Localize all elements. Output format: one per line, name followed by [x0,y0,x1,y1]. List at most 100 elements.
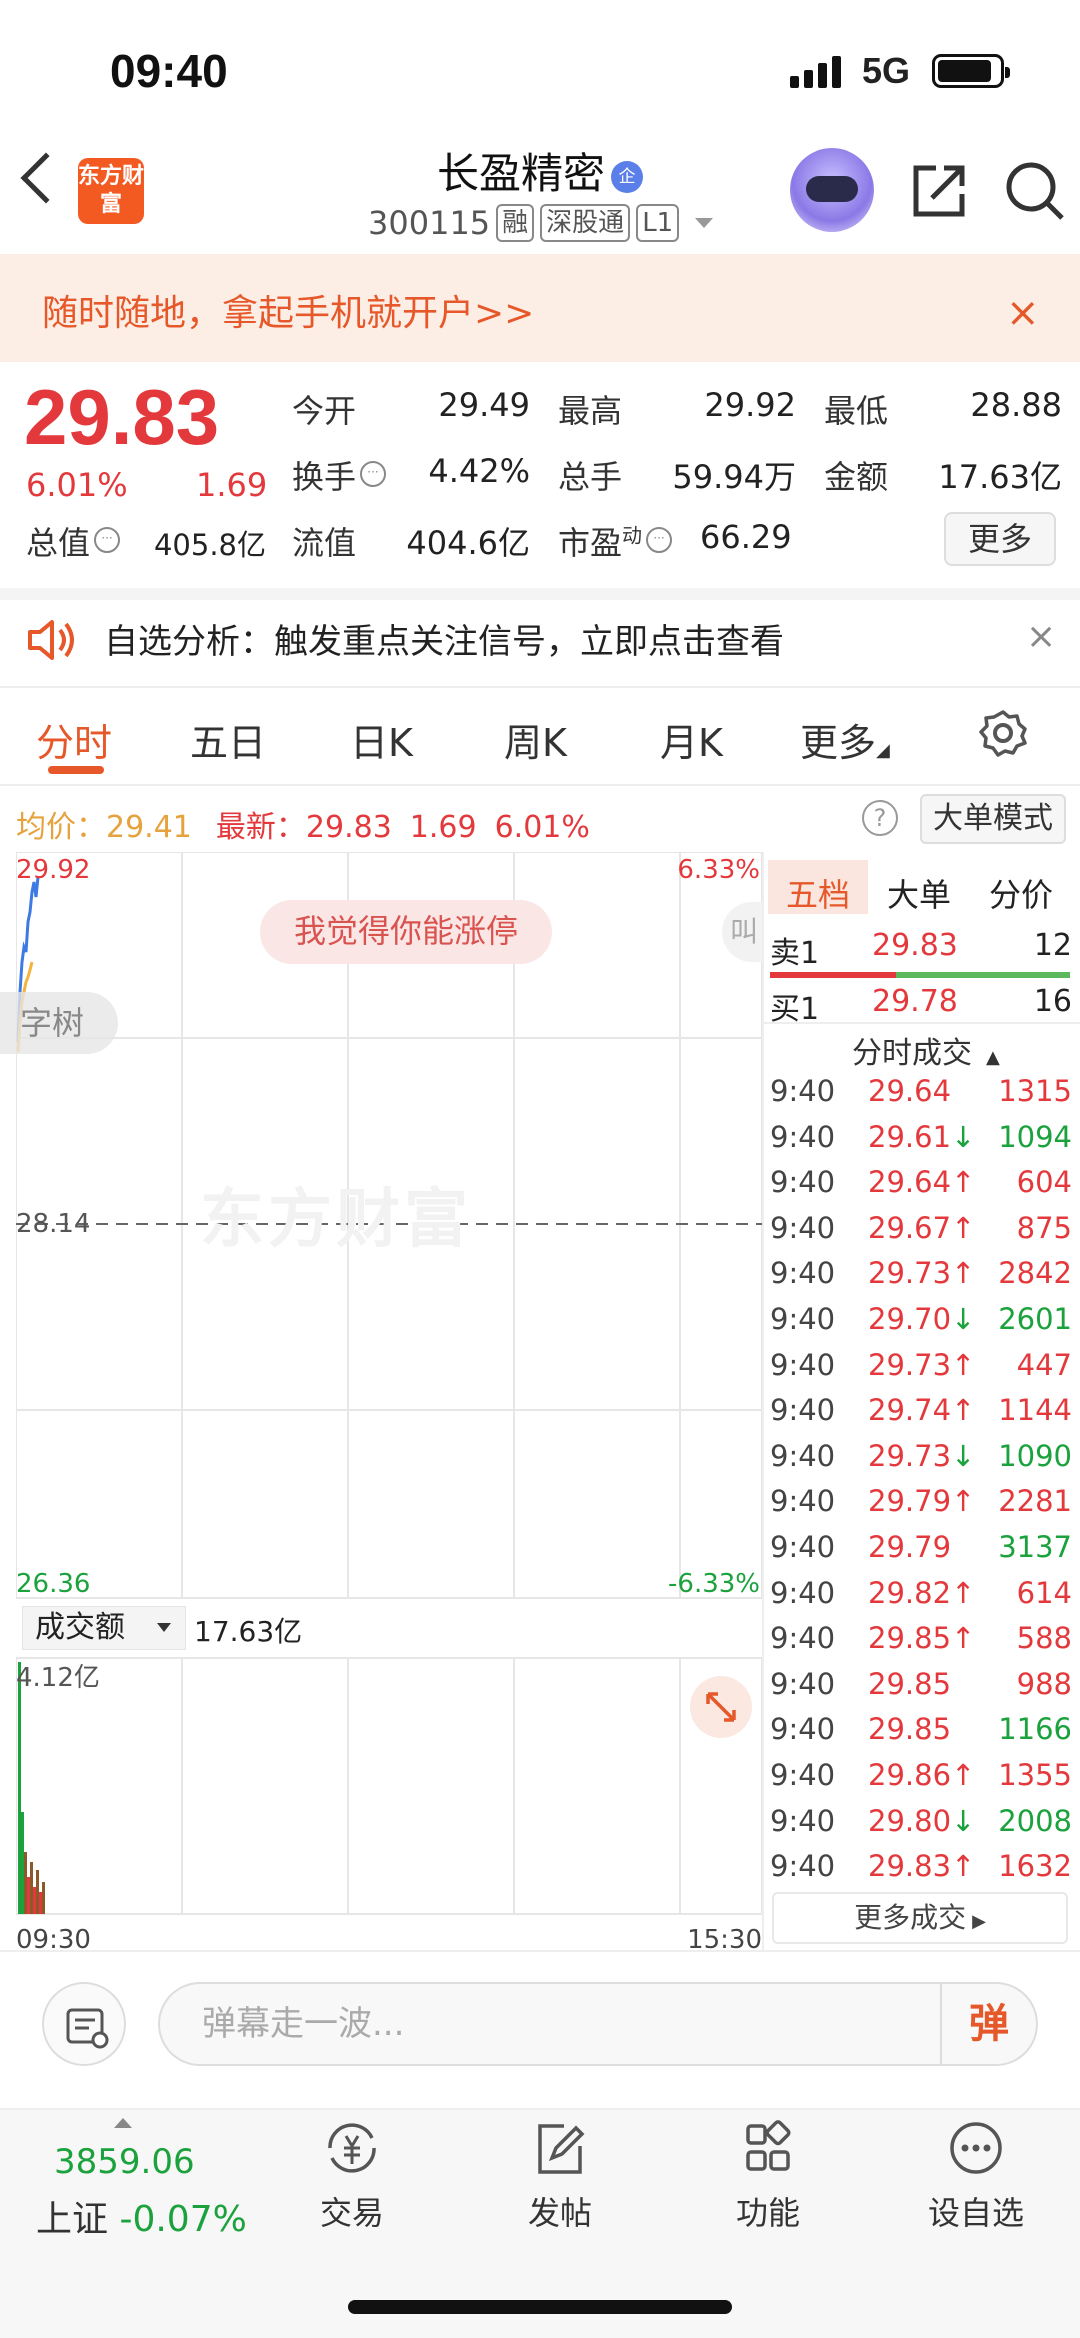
volume-bar [21,1812,24,1914]
tag-level: L1 [636,204,680,242]
more-trades-label: 更多成交 [854,1901,967,1934]
trade-qty: 604 [1016,1165,1072,1200]
battery-icon [932,54,1010,88]
comment-list-icon[interactable] [42,1982,126,2066]
stock-code-row[interactable]: 300115 融 深股通 L1 [368,204,714,242]
tab-five-level[interactable]: 五档 [767,870,869,916]
turnover-value: 4.42% [428,452,530,490]
danmu-bubble[interactable]: 我觉得你能涨停 [260,900,552,964]
trade-qty: 447 [1016,1347,1072,1382]
tab-price-dist[interactable]: 分价 [970,870,1072,916]
trade-row: 9:40 29.85↑ 588 [770,1621,1072,1666]
trade-time: 9:40 [770,1074,836,1108]
danmu-send-button[interactable]: 弹 [940,1984,1036,2064]
trade-qty: 614 [1016,1575,1072,1610]
y-high-label: 29.92 [16,855,90,885]
trade-time: 9:40 [770,1575,836,1610]
banner-text[interactable]: 随时随地，拿起手机就开户>> [42,284,534,336]
bid1-price: 29.78 [872,984,958,1019]
tag-margin: 融 [496,204,535,242]
index-value[interactable]: 3859.06 [54,2142,195,2182]
trade-price: 29.73↑ [868,1347,976,1382]
more-trades-button[interactable]: 更多成交 ▶ [772,1892,1068,1944]
trade-price: 29.85 [868,1666,952,1701]
intraday-chart[interactable]: 29.92 6.33% 28.14 26.36 -6.33% 4.12亿 09:… [16,852,764,1956]
index-name[interactable]: 上证 -0.07% [36,2190,247,2242]
caret-up-icon: ▲ [986,1047,1000,1068]
more-quote-button[interactable]: 更多 [944,512,1056,566]
volume-frame [16,1657,763,1915]
trade-qty: 2281 [998,1484,1072,1519]
gear-icon[interactable] [978,708,1028,758]
nav-add-watchlist[interactable]: 设自选 [906,2120,1046,2234]
close-icon[interactable]: × [1006,290,1040,336]
tab-more[interactable]: 更多◢ [800,712,890,767]
pe-label[interactable]: 市盈动 ··· [558,518,673,564]
trade-price: 29.64 [868,1074,952,1108]
mktcap-value: 405.8亿 [153,528,266,562]
trade-qty: 988 [1016,1666,1072,1701]
tab-big-order[interactable]: 大单 [868,870,970,916]
nav-functions[interactable]: 功能 [698,2120,838,2234]
tab-weekly-k[interactable]: 周K [504,712,567,767]
notice-text[interactable]: 自选分析：触发重点关注信号，立即点击查看 [104,614,784,663]
trade-row: 9:40 29.86↑ 1355 [770,1758,1072,1803]
nav-post[interactable]: 发帖 [490,2120,630,2234]
trade-time: 9:40 [770,1530,836,1564]
trade-time: 9:40 [770,1438,836,1473]
volume-bar [39,1892,42,1914]
info-icon[interactable]: ··· [94,527,121,553]
trades-title[interactable]: 分时成交 ▲ [852,1028,1000,1072]
danmu-input[interactable]: 弹幕走一波... [158,1982,1038,2066]
y-high-pct-label: 6.33% [677,855,760,885]
volume-bar [27,1877,30,1914]
tab-intraday[interactable]: 分时 [36,712,112,767]
trade-qty: 2008 [998,1803,1072,1838]
ask1-label: 卖1 [770,936,820,971]
watermark: 东方财富 [200,1183,472,1257]
turnover-label[interactable]: 换手 ··· [292,452,387,498]
volume-bar [36,1870,39,1914]
expand-icon[interactable] [690,1676,752,1738]
ask1-row: 卖1 29.83 12 [770,928,1072,972]
trade-row: 9:40 29.83↑ 1632 [770,1849,1072,1894]
volume-bar [42,1882,45,1914]
big-order-mode-button[interactable]: 大单模式 [920,794,1066,844]
trade-time: 9:40 [770,1803,836,1838]
amount-value: 17.63亿 [938,458,1062,496]
search-icon[interactable] [1004,160,1066,222]
low-value: 28.88 [970,386,1062,424]
trade-row: 9:40 29.79↑ 2281 [770,1484,1072,1529]
ai-assistant-icon[interactable] [790,148,874,232]
trade-qty: 2601 [998,1302,1072,1336]
speaker-icon [28,620,74,660]
trade-qty: 2842 [998,1256,1072,1291]
trade-row: 9:40 29.64↑ 604 [770,1165,1072,1210]
tab-five-day[interactable]: 五日 [190,712,266,767]
chevron-right-icon: ▶ [972,1911,986,1932]
avg-value: 29.41 [106,810,192,845]
trade-price: 29.82↑ [868,1575,976,1610]
home-indicator [348,2300,732,2314]
trade-row: 9:40 29.85 988 [770,1667,1072,1712]
danmu-bubble-left[interactable]: 字树 [0,992,118,1054]
share-icon[interactable] [910,160,970,220]
mktcap-label[interactable]: 总值 ··· [26,518,121,564]
tab-monthly-k[interactable]: 月K [660,712,723,767]
tab-daily-k[interactable]: 日K [350,712,413,767]
trade-time: 9:40 [770,1484,836,1519]
trade-price: 29.85 [868,1712,952,1747]
close-icon[interactable]: × [1026,616,1056,657]
trade-row: 9:40 29.73 ↓ 1090 [770,1439,1072,1484]
change-pct: 6.01% [26,466,128,504]
info-icon[interactable]: ··· [360,461,387,487]
trade-price: 29.85↑ [868,1621,976,1656]
open-label: 今开 [292,392,357,430]
low-label: 最低 [824,392,889,430]
info-icon[interactable]: ··· [646,527,673,553]
help-icon[interactable]: ? [862,800,898,836]
chevron-down-icon [695,218,714,228]
nav-trade[interactable]: 交易 [282,2120,422,2234]
nav-functions-label: 功能 [735,2194,800,2232]
volume-type-dropdown[interactable]: 成交额 [22,1606,186,1650]
